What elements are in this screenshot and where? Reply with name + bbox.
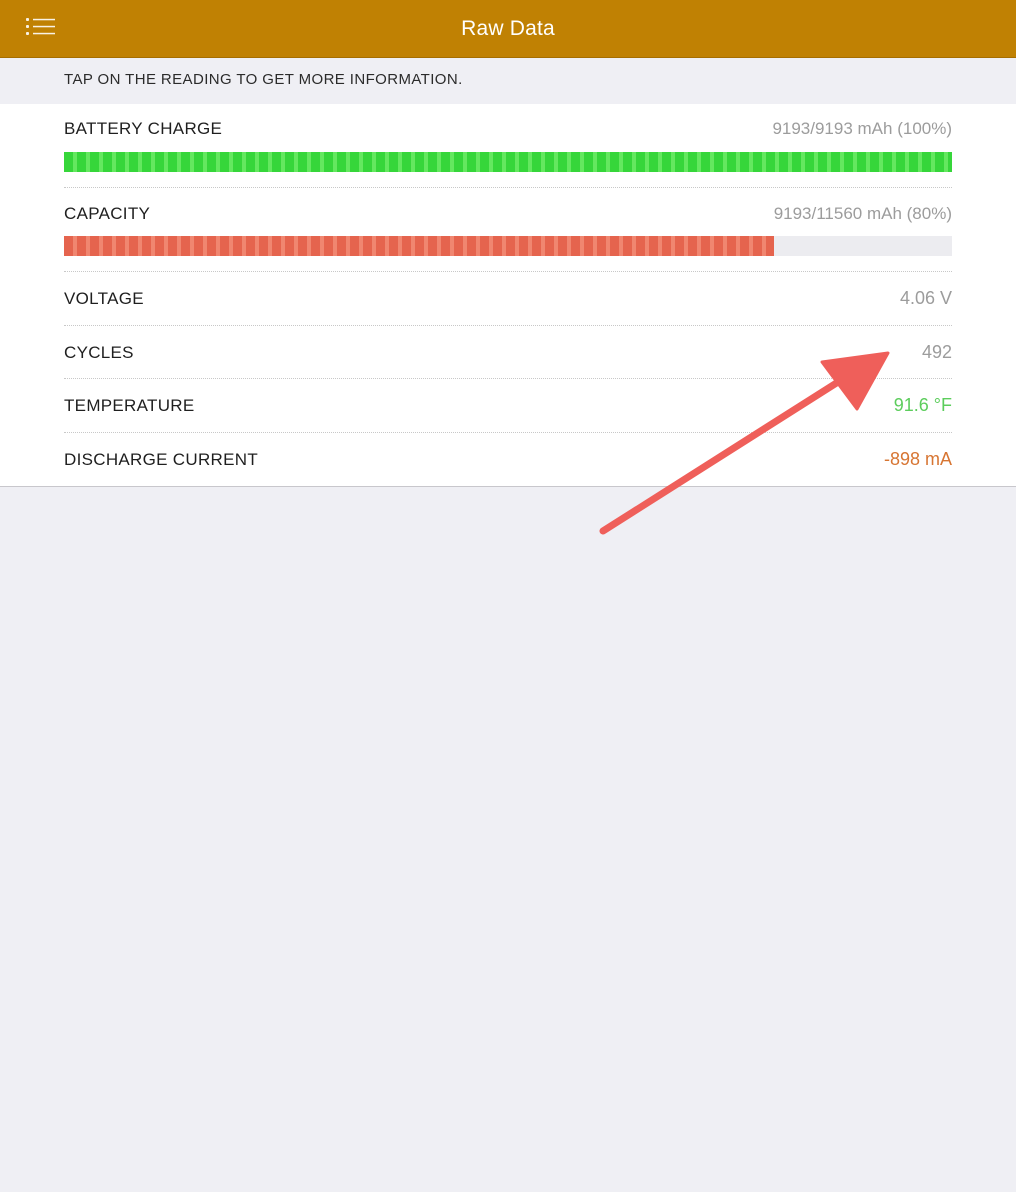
battery-charge-bar-fill xyxy=(64,152,952,172)
cycles-value: 492 xyxy=(921,342,952,362)
readings-list: BATTERY CHARGE 9193/9193 mAh (100%) CAPA… xyxy=(0,104,1016,487)
voltage-value: 4.06 V xyxy=(899,288,952,308)
cycles-label: CYCLES xyxy=(64,343,134,362)
battery-charge-row[interactable]: BATTERY CHARGE 9193/9193 mAh (100%) xyxy=(64,104,952,189)
discharge-current-value: -898 mA xyxy=(883,449,952,469)
capacity-row[interactable]: CAPACITY 9193/11560 mAh (80%) xyxy=(64,189,952,271)
battery-charge-bar xyxy=(64,152,952,172)
section-header: TAP ON THE READING TO GET MORE INFORMATI… xyxy=(0,58,1016,104)
battery-charge-value: 9193/9193 mAh (100%) xyxy=(772,119,952,138)
temperature-value: 91.6 °F xyxy=(893,395,952,415)
cycles-row[interactable]: CYCLES 492 xyxy=(64,325,952,378)
capacity-label: CAPACITY xyxy=(64,204,151,223)
navigation-bar: Raw Data xyxy=(0,0,1016,58)
voltage-label: VOLTAGE xyxy=(64,289,144,308)
row-divider xyxy=(64,187,952,188)
battery-charge-label: BATTERY CHARGE xyxy=(64,119,223,138)
discharge-current-label: DISCHARGE CURRENT xyxy=(64,450,259,469)
temperature-label: TEMPERATURE xyxy=(64,396,195,415)
page-title: Raw Data xyxy=(461,17,555,40)
capacity-bar xyxy=(64,236,952,256)
discharge-current-row[interactable]: DISCHARGE CURRENT -898 mA xyxy=(64,432,952,486)
temperature-row[interactable]: TEMPERATURE 91.6 °F xyxy=(64,378,952,432)
capacity-value: 9193/11560 mAh (80%) xyxy=(773,204,952,223)
capacity-bar-fill xyxy=(64,236,775,256)
voltage-row[interactable]: VOLTAGE 4.06 V xyxy=(64,271,952,325)
section-header-text: TAP ON THE READING TO GET MORE INFORMATI… xyxy=(64,71,463,88)
